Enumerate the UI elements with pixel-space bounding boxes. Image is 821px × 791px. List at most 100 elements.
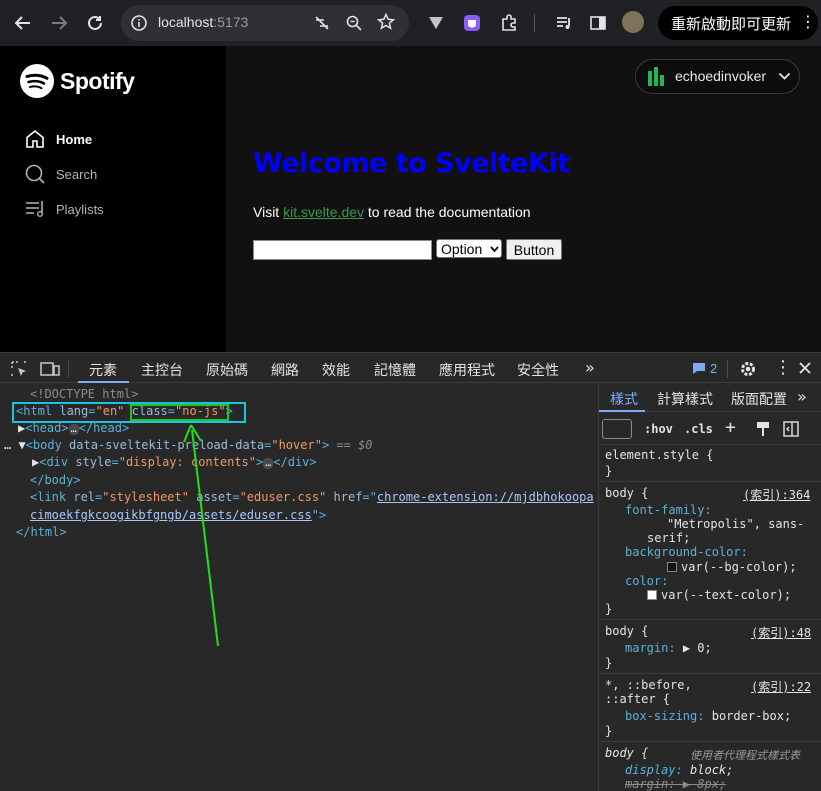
- href-link[interactable]: cimoekfgkcoogikbfgngb/assets/eduser.css: [30, 508, 312, 522]
- back-icon[interactable]: [11, 11, 35, 35]
- tag-name: <head>: [25, 421, 69, 435]
- tab-security[interactable]: 安全性: [517, 360, 559, 380]
- sidebar-item-playlists[interactable]: Playlists: [24, 198, 104, 220]
- attr-value: "stylesheet": [102, 490, 189, 504]
- elements-tree: <!DOCTYPE html> <html lang="en" class="n…: [0, 384, 598, 791]
- collapsed-ellipsis[interactable]: …: [68, 424, 79, 435]
- color-swatch[interactable]: [667, 562, 677, 572]
- cls-toggle[interactable]: .cls: [684, 422, 713, 436]
- prop-name: background-color:: [625, 545, 748, 559]
- tab-network[interactable]: 網路: [271, 360, 299, 380]
- rule-source-link[interactable]: (索引):48: [751, 624, 811, 641]
- dom-link-cont[interactable]: cimoekfgkcoogikbfgngb/assets/eduser.css"…: [30, 508, 326, 522]
- sidebar-item-search[interactable]: Search: [24, 163, 97, 185]
- relaunch-label: 重新啟動即可更新: [671, 14, 792, 33]
- kebab-menu-icon[interactable]: ⋮: [800, 12, 816, 31]
- toggle-sidebar-icon[interactable]: [783, 421, 799, 440]
- prop-value: var(--bg-color);: [681, 560, 797, 574]
- rule-selector[interactable]: *, ::before,: [605, 678, 692, 692]
- spotify-logo[interactable]: Spotify: [20, 64, 135, 98]
- relaunch-button[interactable]: 重新啟動即可更新 ⋮: [658, 6, 818, 40]
- profile-avatar[interactable]: [622, 11, 644, 33]
- tab-performance[interactable]: 效能: [322, 360, 350, 380]
- reload-icon[interactable]: [83, 11, 107, 35]
- user-agent-label: 使用者代理程式樣式表: [690, 749, 800, 762]
- more-tabs-icon[interactable]: »: [585, 358, 595, 377]
- collapsed-ellipsis[interactable]: …: [263, 458, 274, 469]
- page-title: Welcome to SvelteKit: [253, 148, 570, 179]
- extension-puzzle-icon[interactable]: [497, 11, 521, 35]
- search-icon: [25, 164, 45, 184]
- site-info-icon[interactable]: [130, 14, 148, 37]
- hov-toggle[interactable]: :hov: [644, 422, 673, 436]
- sidebar-item-home[interactable]: Home: [24, 128, 92, 150]
- rule-source-link[interactable]: (索引):22: [751, 678, 811, 695]
- href-link[interactable]: chrome-extension://mjdbhokoopa: [377, 490, 594, 504]
- prop-value[interactable]: serif;: [647, 531, 690, 545]
- tab-memory[interactable]: 記憶體: [374, 360, 416, 380]
- rule-selector[interactable]: body {: [605, 486, 648, 500]
- issues-badge[interactable]: 2: [692, 361, 717, 376]
- paint-icon[interactable]: [756, 421, 770, 440]
- dom-head[interactable]: ▶<head>… </head>: [18, 421, 129, 435]
- no-tracking-icon[interactable]: [313, 14, 331, 37]
- divider: [599, 673, 821, 674]
- devtools-menu-icon[interactable]: ⋮: [774, 357, 792, 378]
- tab-console[interactable]: 主控台: [141, 360, 183, 380]
- forward-icon[interactable]: [47, 11, 71, 35]
- dom-body-close[interactable]: </body>: [30, 473, 81, 487]
- close-devtools-icon[interactable]: [797, 360, 813, 381]
- devtools-tabbar: 元素 主控台 原始碼 網路 效能 記憶體 應用程式 安全性 » 2 ⋮: [0, 352, 821, 383]
- dom-div[interactable]: ▶<div style="display: contents">… </div>: [32, 455, 317, 469]
- add-rule-icon[interactable]: +: [725, 417, 736, 438]
- home-icon: [26, 129, 44, 148]
- visit-suffix: to read the documentation: [364, 204, 531, 220]
- dom-doctype[interactable]: <!DOCTYPE html>: [30, 387, 138, 401]
- decl-box-sizing[interactable]: box-sizing: border-box;: [625, 709, 791, 723]
- decl-font-family[interactable]: font-family:: [625, 503, 712, 517]
- extension-icon[interactable]: [424, 11, 448, 35]
- address-bar[interactable]: localhost:5173: [121, 5, 409, 41]
- decl-bg-value[interactable]: var(--bg-color);: [667, 560, 797, 574]
- text-input[interactable]: [253, 240, 432, 260]
- extension-icon[interactable]: [460, 11, 484, 35]
- tab-application[interactable]: 應用程式: [439, 360, 495, 380]
- sidebar-icon[interactable]: [586, 11, 610, 35]
- star-icon[interactable]: [376, 12, 396, 36]
- media-icon[interactable]: [552, 11, 576, 35]
- element-style-rule[interactable]: element.style {: [605, 448, 713, 462]
- rule-selector[interactable]: ::after {: [605, 692, 670, 706]
- settings-gear-icon[interactable]: [739, 360, 757, 383]
- sidebar-item-label: Search: [56, 166, 98, 182]
- docs-link[interactable]: kit.svelte.dev: [283, 204, 364, 220]
- filter-input[interactable]: [602, 419, 632, 439]
- tab-elements[interactable]: 元素: [89, 360, 117, 380]
- decl-color-value[interactable]: var(--text-color);: [647, 588, 791, 602]
- decl-background[interactable]: background-color:: [625, 545, 748, 559]
- decl-color[interactable]: color:: [625, 574, 668, 588]
- zoom-icon[interactable]: [345, 14, 363, 37]
- rule-selector[interactable]: body {: [605, 746, 648, 760]
- dom-html-close[interactable]: </html>: [16, 525, 67, 539]
- decl-margin[interactable]: margin: ▶ 0;: [625, 641, 712, 655]
- option-select[interactable]: Option: [436, 239, 502, 258]
- divider: [599, 619, 821, 620]
- rule-selector[interactable]: body {: [605, 624, 648, 638]
- device-toolbar-icon[interactable]: [40, 360, 60, 383]
- user-menu-button[interactable]: echoedinvoker: [635, 59, 800, 94]
- tab-layout[interactable]: 版面配置: [731, 389, 787, 409]
- decl-display[interactable]: display: block;: [625, 763, 733, 777]
- decl-margin-overridden[interactable]: margin: ▶ 8px;: [625, 777, 726, 791]
- inspect-element-icon[interactable]: [10, 360, 28, 383]
- tab-styles[interactable]: 樣式: [610, 389, 638, 409]
- generic-button[interactable]: Button: [506, 239, 562, 260]
- color-swatch[interactable]: [647, 590, 657, 600]
- prop-value[interactable]: "Metropolis", sans-: [667, 517, 804, 531]
- tab-sources[interactable]: 原始碼: [206, 360, 248, 380]
- prop-name: font-family:: [625, 503, 712, 517]
- tab-computed[interactable]: 計算樣式: [657, 389, 713, 409]
- dom-link[interactable]: <link rel="stylesheet" asset="eduser.css…: [30, 490, 594, 504]
- more-tabs-icon[interactable]: »: [797, 387, 807, 406]
- url-text[interactable]: localhost:5173: [158, 14, 248, 30]
- rule-source-link[interactable]: (索引):364: [743, 486, 810, 503]
